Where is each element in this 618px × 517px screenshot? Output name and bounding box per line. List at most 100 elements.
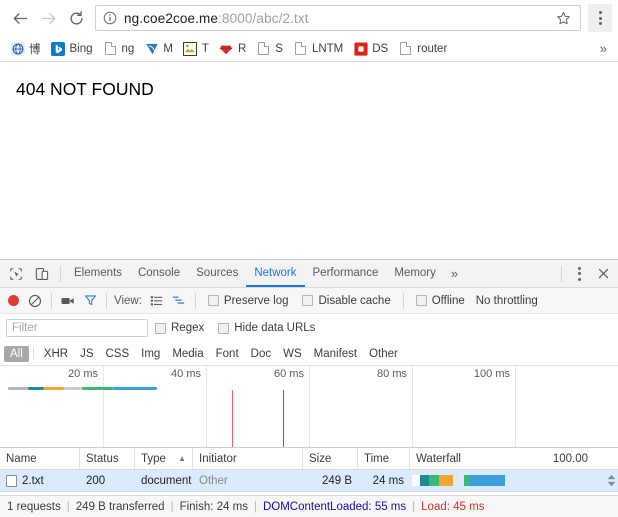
browser-toolbar: ng.coe2coe.me:8000/abc/2.txt — [0, 0, 618, 36]
list-view-icon[interactable] — [146, 291, 168, 311]
chrome-menu-button[interactable] — [588, 4, 612, 32]
bookmark-label: LNTM — [311, 42, 344, 55]
divider — [106, 292, 107, 309]
bookmark-item[interactable]: M — [139, 39, 178, 58]
checkbox-box[interactable] — [302, 295, 314, 306]
column-header-label: Type — [141, 452, 166, 465]
type-filter-other[interactable]: Other — [363, 346, 404, 362]
column-header-initiator[interactable]: Initiator — [193, 448, 303, 469]
column-header-time[interactable]: Time — [358, 448, 410, 469]
request-count: 1 requests — [7, 500, 61, 513]
bookmark-item[interactable]: LNTM — [288, 39, 348, 58]
tab-console[interactable]: Console — [130, 262, 188, 287]
type-filter-font[interactable]: Font — [210, 346, 245, 362]
cell-type: document — [135, 470, 193, 491]
divider — [402, 292, 404, 309]
tab-memory[interactable]: Memory — [386, 262, 444, 287]
checkbox-box[interactable] — [415, 295, 427, 306]
cell-size: 249 B — [303, 470, 358, 491]
reload-button[interactable] — [62, 4, 90, 32]
cell-status-text: 200 — [86, 474, 106, 487]
record-button[interactable] — [8, 295, 19, 306]
timeline-tick-label: 100 ms — [473, 368, 510, 380]
back-button[interactable] — [6, 4, 34, 32]
table-header-row: Name Status Type ▲ Initiator Size Time Waterfal… — [0, 448, 618, 470]
column-header-status[interactable]: Status — [80, 448, 135, 469]
bing-b-icon — [51, 41, 66, 56]
overview-request-band — [7, 387, 29, 390]
bookmark-label: ng — [121, 42, 135, 55]
timeline-gridline — [206, 366, 207, 447]
timeline-gridline — [412, 366, 413, 447]
type-filter-doc[interactable]: Doc — [245, 346, 277, 362]
forward-button[interactable] — [34, 4, 62, 32]
waterfall-view-icon[interactable] — [168, 291, 190, 311]
bookmark-label: Bing — [69, 42, 93, 55]
checkbox-box[interactable] — [207, 295, 219, 306]
offline-checkbox[interactable]: Offline — [415, 295, 465, 307]
regex-checkbox[interactable]: Regex — [155, 322, 204, 334]
clear-icon[interactable] — [24, 291, 46, 311]
bookmark-item[interactable]: DS — [348, 39, 393, 58]
throttling-select[interactable]: No throttling — [476, 295, 538, 307]
type-filter-all[interactable]: All — [4, 345, 29, 362]
cell-name[interactable]: 2.txt — [0, 470, 80, 491]
divider — [51, 292, 52, 309]
type-filter-media[interactable]: Media — [166, 346, 209, 362]
bookmark-item[interactable]: router — [393, 39, 452, 58]
separator: | — [170, 500, 174, 513]
scroll-up-icon[interactable] — [607, 474, 616, 480]
disable-cache-checkbox[interactable]: Disable cache — [302, 294, 391, 307]
devtools-settings-button[interactable] — [567, 262, 591, 286]
tab-sources[interactable]: Sources — [188, 262, 246, 287]
resource-type-filters: All XHR JS CSS Img Media Font Doc WS Man… — [0, 342, 618, 366]
toggle-device-toolbar-icon[interactable] — [29, 262, 55, 286]
bookmark-item[interactable]: T — [178, 39, 214, 58]
disable-cache-label: Disable cache — [318, 294, 391, 307]
devtools-close-button[interactable] — [591, 262, 615, 286]
bookmark-item[interactable]: S — [251, 39, 288, 58]
network-overview-timeline[interactable]: 20 ms 40 ms 60 ms 80 ms 100 ms — [0, 366, 618, 448]
column-header-name[interactable]: Name — [0, 448, 80, 469]
scrollbar-arrows[interactable] — [604, 470, 618, 491]
type-filter-manifest[interactable]: Manifest — [308, 346, 363, 362]
camera-icon[interactable] — [57, 291, 79, 311]
address-bar[interactable]: ng.coe2coe.me:8000/abc/2.txt — [95, 5, 581, 31]
dom-content-loaded-time: DOMContentLoaded: 55 ms — [262, 500, 407, 513]
timeline-tick-label: 20 ms — [68, 368, 98, 380]
info-circle-icon[interactable] — [103, 11, 117, 25]
scroll-down-icon[interactable] — [607, 481, 616, 487]
bookmark-item[interactable]: Bing — [46, 39, 98, 58]
inspect-element-icon[interactable] — [3, 262, 29, 286]
bookmark-item[interactable]: 博 — [5, 39, 46, 59]
hide-data-urls-checkbox[interactable]: Hide data URLs — [218, 322, 315, 334]
type-filter-xhr[interactable]: XHR — [38, 346, 74, 362]
column-header-label: Waterfall — [416, 452, 461, 465]
finish-time: Finish: 24 ms — [179, 500, 248, 513]
tab-performance[interactable]: Performance — [305, 262, 387, 287]
table-row[interactable]: 2.txt 200 document Other 249 B 24 ms — [0, 470, 618, 492]
tab-elements[interactable]: Elements — [66, 262, 130, 287]
column-header-type[interactable]: Type ▲ — [135, 448, 193, 469]
cell-status: 200 — [80, 470, 135, 491]
type-filter-css[interactable]: CSS — [99, 346, 135, 362]
bookmark-item[interactable]: ng — [98, 39, 140, 58]
tab-network[interactable]: Network — [246, 262, 305, 287]
checkbox-box[interactable] — [218, 322, 230, 334]
filter-input[interactable] — [6, 319, 148, 337]
bookmarks-overflow-button[interactable]: » — [594, 41, 613, 56]
bookmark-item[interactable]: R — [214, 39, 251, 58]
funnel-icon[interactable] — [79, 291, 101, 311]
column-header-size[interactable]: Size — [303, 448, 358, 469]
type-filter-img[interactable]: Img — [135, 346, 166, 362]
type-filter-ws[interactable]: WS — [277, 346, 308, 362]
type-filter-js[interactable]: JS — [74, 346, 99, 362]
devtools-tabbar: Elements Console Sources Network Perform… — [0, 260, 618, 288]
column-header-label: Size — [309, 452, 332, 465]
column-header-waterfall[interactable]: Waterfall 100.00 — [410, 448, 618, 469]
preserve-log-checkbox[interactable]: Preserve log — [207, 295, 288, 307]
checkbox-box[interactable] — [155, 322, 166, 334]
more-tabs-button[interactable]: » — [444, 266, 465, 281]
bookmark-star-icon[interactable] — [552, 7, 574, 29]
url-text[interactable]: ng.coe2coe.me:8000/abc/2.txt — [124, 11, 552, 26]
